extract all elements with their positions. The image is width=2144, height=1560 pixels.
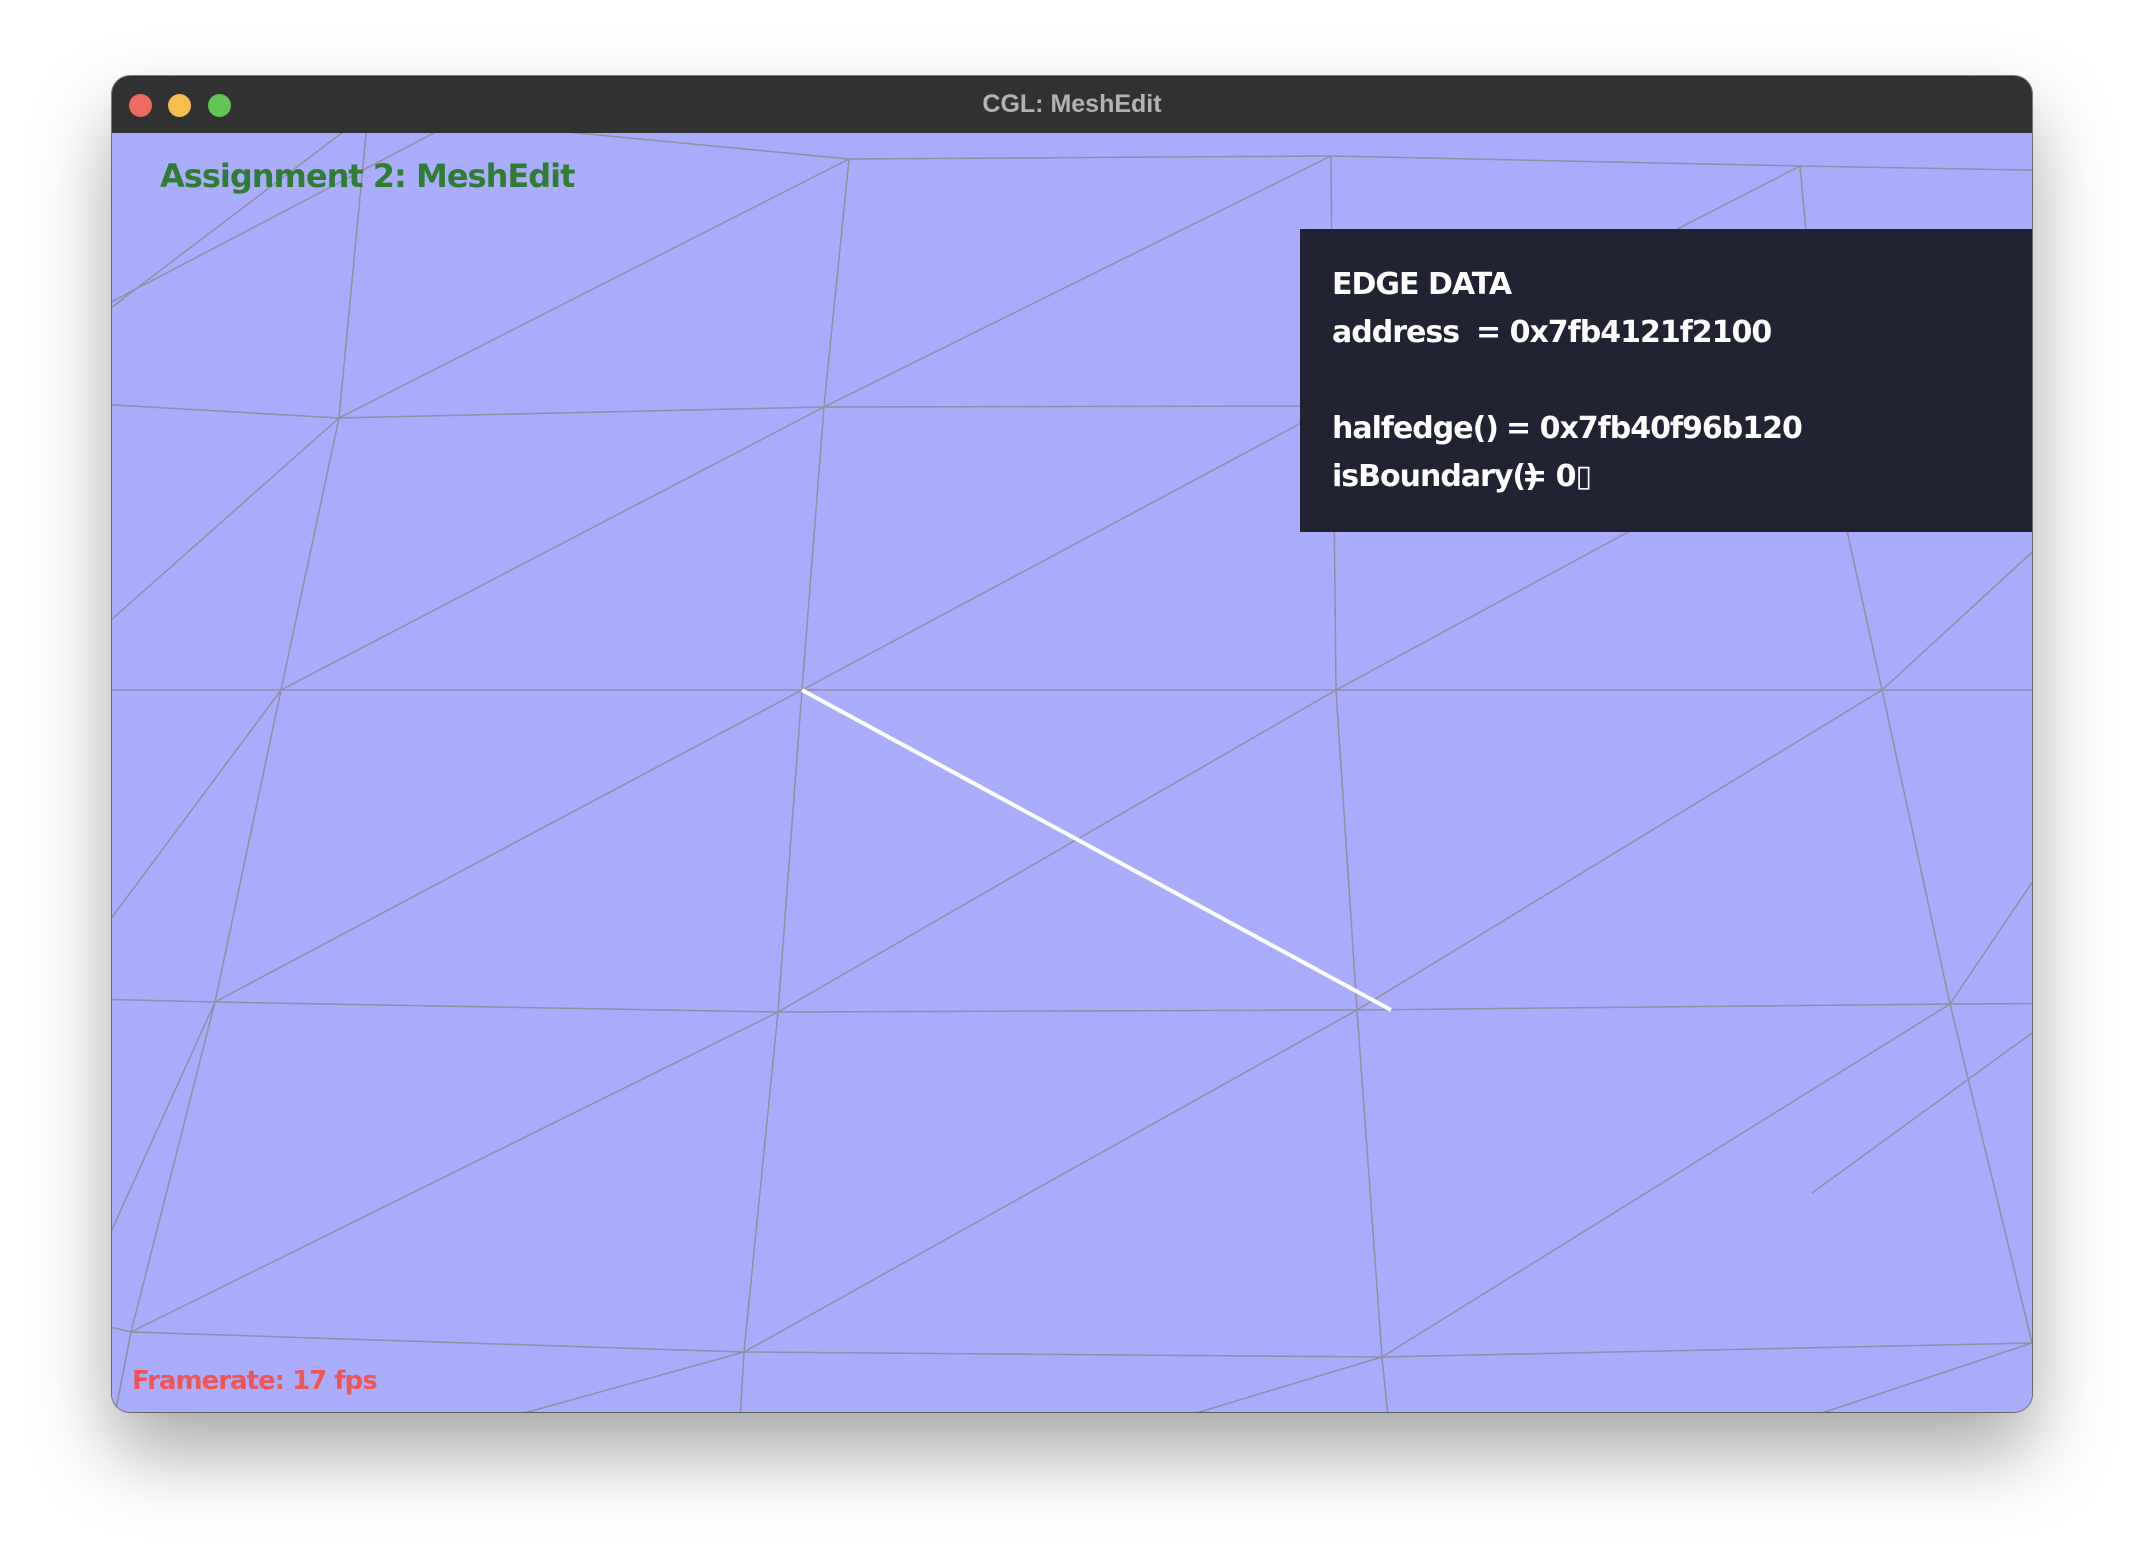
- mesh-edge[interactable]: [1381, 1356, 1402, 1412]
- mesh-edge[interactable]: [130, 1011, 779, 1333]
- address-label: address: [1332, 315, 1460, 350]
- mesh-edge[interactable]: [1811, 1032, 2032, 1194]
- assignment-title: Assignment 2: MeshEdit: [160, 157, 575, 195]
- mesh-edge[interactable]: [743, 1011, 779, 1353]
- mesh-edge[interactable]: [777, 689, 803, 1013]
- mesh-edge[interactable]: [732, 1351, 745, 1412]
- boundary-label: isBoundary(): [1332, 459, 1539, 494]
- mesh-edge[interactable]: [338, 158, 850, 419]
- halfedge-label: halfedge(): [1332, 411, 1499, 446]
- mesh-edge[interactable]: [112, 1331, 132, 1412]
- mesh-edge[interactable]: [1330, 155, 1801, 167]
- mesh-edge[interactable]: [1381, 1003, 1951, 1358]
- mesh-edge[interactable]: [777, 1009, 1358, 1013]
- mesh-edge[interactable]: [1949, 690, 2032, 1005]
- mesh-edge[interactable]: [1356, 689, 1883, 1011]
- mesh-edge[interactable]: [112, 689, 282, 998]
- mesh-edge[interactable]: [743, 1351, 1383, 1358]
- mesh-edge[interactable]: [112, 1001, 216, 1318]
- mesh-edge[interactable]: [823, 155, 1332, 408]
- mesh-edge[interactable]: [1949, 1002, 2032, 1005]
- title-bar[interactable]: CGL: MeshEdit: [112, 76, 2032, 134]
- mesh-edge[interactable]: [1335, 689, 1358, 1011]
- mesh-edge[interactable]: [732, 1356, 1383, 1412]
- mesh-edge[interactable]: [1949, 1003, 2032, 1344]
- mesh-edge[interactable]: [130, 1001, 216, 1333]
- mesh-edge[interactable]: [801, 406, 825, 691]
- mesh-edge[interactable]: [1356, 1003, 1951, 1011]
- window-title: CGL: MeshEdit: [982, 90, 1162, 118]
- mesh-edge[interactable]: [280, 406, 825, 691]
- mesh-edge[interactable]: [743, 1009, 1358, 1353]
- mesh-edge[interactable]: [1356, 1009, 1383, 1358]
- boundary-value: = 0▯: [1522, 459, 1592, 494]
- mesh-edge[interactable]: [801, 405, 1334, 691]
- mesh-edge[interactable]: [368, 133, 850, 160]
- boundary-row: isBoundary()= 0▯: [1332, 453, 2032, 501]
- app-window: CGL: MeshEdit Assignment 2: MeshEdit EDG…: [112, 76, 2032, 1412]
- address-value: = 0x7fb4121f2100: [1476, 315, 1772, 350]
- address-row: address = 0x7fb4121f2100: [1332, 309, 2032, 357]
- mesh-edge[interactable]: [214, 689, 803, 1003]
- mesh-edge[interactable]: [280, 417, 340, 691]
- mesh-edge[interactable]: [823, 405, 1334, 408]
- mesh-edge[interactable]: [823, 158, 850, 408]
- halfedge-row: halfedge() = 0x7fb40f96b120: [1332, 405, 2032, 453]
- mesh-edge[interactable]: [848, 155, 1332, 160]
- mesh-edge[interactable]: [112, 398, 340, 419]
- mesh-edge[interactable]: [214, 1001, 779, 1013]
- mesh-edge[interactable]: [338, 406, 825, 419]
- mesh-edge[interactable]: [214, 689, 282, 1003]
- mesh-edge[interactable]: [1799, 165, 2032, 173]
- selected-edge[interactable]: [801, 688, 1392, 1012]
- mesh-edge[interactable]: [112, 417, 340, 690]
- mesh-viewport[interactable]: Assignment 2: MeshEdit EDGE DATA address…: [112, 133, 2032, 1412]
- mesh-edge[interactable]: [1381, 1342, 2032, 1358]
- halfedge-value: = 0x7fb40f96b120: [1506, 411, 1803, 446]
- framerate-readout: Framerate: 17 fps: [132, 1366, 378, 1396]
- mesh-edge[interactable]: [112, 998, 216, 1003]
- mesh-edge[interactable]: [777, 689, 1337, 1013]
- edge-data-panel: EDGE DATA address = 0x7fb4121f2100 halfed…: [1300, 229, 2032, 532]
- mesh-edge[interactable]: [1402, 1342, 2032, 1412]
- mesh-edge[interactable]: [130, 1331, 745, 1353]
- mesh-edge[interactable]: [1881, 689, 1951, 1005]
- edge-data-heading: EDGE DATA: [1332, 267, 1512, 302]
- mesh-edge[interactable]: [112, 1318, 132, 1333]
